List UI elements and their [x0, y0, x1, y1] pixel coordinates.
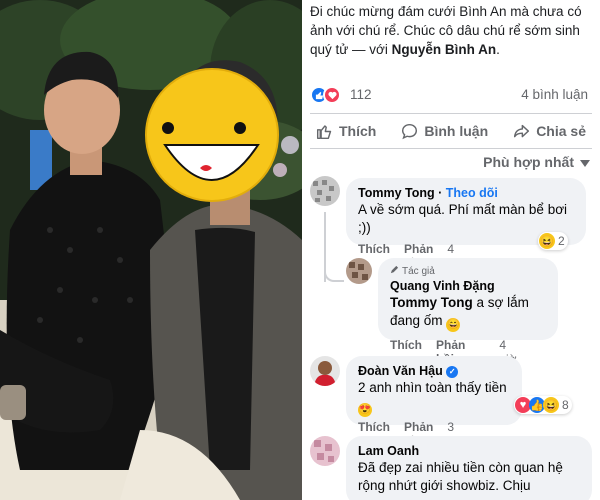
comment-reaction-badge[interactable]: 😆 2: [538, 232, 568, 250]
share-button[interactable]: Chia sẻ: [507, 116, 592, 146]
reaction-icons[interactable]: [310, 86, 341, 104]
thumbs-up-icon: [316, 123, 333, 140]
reaction-count[interactable]: 112: [350, 87, 372, 102]
reply-bubble: Tác giả Quang Vinh Đặng Tommy Tong a sợ …: [378, 258, 558, 340]
thread-connector: [324, 270, 344, 282]
comment-avatar[interactable]: [310, 356, 340, 386]
comment-author[interactable]: Tommy Tong: [358, 186, 435, 200]
comment-bubble: Đoàn Văn Hậu ✓ 2 anh nhìn toàn thấy tiền…: [346, 356, 522, 425]
tagged-user-link[interactable]: Nguyễn Bình An: [392, 42, 497, 57]
like-button[interactable]: Thích: [310, 116, 382, 146]
pencil-icon: [390, 265, 399, 278]
sort-label: Phù hợp nhất: [483, 154, 574, 170]
comment-author-line: Tommy Tong · Theo dõi: [358, 186, 498, 200]
love-reaction-icon: [323, 86, 341, 104]
comment-sort-dropdown[interactable]: Phù hợp nhất: [483, 154, 590, 170]
comment-button-label: Bình luận: [424, 123, 489, 139]
post-actions-bar: Thích Bình luận Chia sẻ: [310, 116, 592, 146]
share-button-label: Chia sẻ: [536, 123, 586, 139]
follow-button[interactable]: Theo dõi: [446, 186, 498, 200]
divider-top: [310, 113, 592, 114]
post-caption: Đi chúc mừng đám cưới Bình An mà chưa có…: [310, 2, 592, 59]
author-tag: Tác giả: [390, 265, 546, 278]
comment-reaction-count: 2: [558, 234, 565, 248]
comment-reaction-count: 8: [562, 398, 569, 412]
author-tag-label: Tác giả: [402, 265, 435, 277]
reactions-summary: 112 4 bình luận: [310, 86, 592, 106]
divider-bottom: [310, 148, 592, 149]
post-photo[interactable]: [0, 0, 302, 500]
smile-emoji-icon: 😄: [446, 318, 461, 332]
caption-end: .: [496, 42, 500, 57]
post-panel: Đi chúc mừng đám cưới Bình An mà chưa có…: [302, 0, 600, 500]
haha-emoji-icon: 😆: [539, 233, 555, 249]
verified-badge-icon: ✓: [446, 366, 459, 378]
chevron-down-icon: [580, 154, 590, 170]
photo-illustration: [0, 0, 302, 500]
reply-author[interactable]: Quang Vinh Đặng: [390, 278, 546, 294]
comment-text: A về sớm quá. Phí mất màn bể bơi ;)): [358, 202, 568, 235]
comment-reaction-badge[interactable]: ♥ 👍 😆 8: [514, 396, 572, 414]
share-arrow-icon: [513, 123, 530, 140]
comment-text: 2 anh nhìn toàn thấy tiền: [358, 380, 507, 395]
comment-author-line: Đoàn Văn Hậu ✓: [358, 363, 510, 379]
comment-button[interactable]: Bình luận: [395, 116, 494, 146]
comment-avatar[interactable]: [310, 176, 340, 206]
comment-text: Đã đẹp zai nhiều tiền còn quan hệ rộng n…: [358, 460, 563, 493]
comment-count-link[interactable]: 4 bình luận: [521, 87, 588, 102]
like-button-label: Thích: [339, 123, 377, 139]
comment-bubble: Lam Oanh Đã đẹp zai nhiều tiền còn quan …: [346, 436, 592, 500]
comment-emoji-line: 😍: [358, 399, 510, 417]
heart-eyes-emoji-icon: 😍: [358, 403, 372, 417]
comment-author[interactable]: Đoàn Văn Hậu: [358, 364, 443, 378]
comment-author[interactable]: Lam Oanh: [358, 443, 580, 459]
reply-text-line: Tommy Tong a sợ lắm đang ốm 😄: [390, 294, 546, 332]
haha-emoji-icon: 😆: [543, 397, 559, 413]
comment-avatar[interactable]: [310, 436, 340, 466]
comment-bubble-icon: [401, 123, 418, 140]
reply-avatar[interactable]: [346, 258, 372, 284]
mention-link[interactable]: Tommy Tong: [390, 295, 473, 310]
